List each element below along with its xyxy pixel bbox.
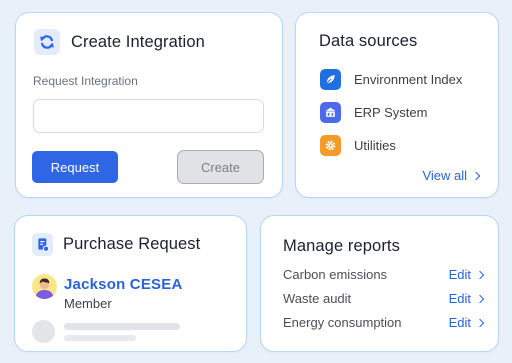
sync-icon bbox=[34, 29, 60, 55]
purchase-request-header: Purchase Request bbox=[32, 233, 200, 256]
person-role: Member bbox=[64, 296, 112, 311]
view-all-link[interactable]: View all bbox=[422, 168, 481, 183]
report-label: Energy consumption bbox=[283, 315, 402, 330]
request-button[interactable]: Request bbox=[32, 151, 118, 183]
source-label: ERP System bbox=[354, 105, 428, 120]
document-icon bbox=[32, 233, 53, 256]
placeholder-line bbox=[64, 323, 180, 330]
report-row-energy-consumption: Energy consumption Edit bbox=[283, 315, 485, 330]
person-name-link[interactable]: Jackson CESEA bbox=[64, 276, 182, 293]
source-item-erp-system[interactable]: ERP System bbox=[320, 102, 427, 123]
edit-link[interactable]: Edit bbox=[448, 315, 485, 330]
create-integration-card: Create Integration Request Integration R… bbox=[15, 12, 283, 198]
data-sources-title: Data sources bbox=[319, 32, 418, 50]
chevron-right-icon bbox=[475, 270, 485, 279]
edit-label: Edit bbox=[448, 291, 471, 306]
gear-icon bbox=[320, 135, 341, 156]
request-integration-label: Request Integration bbox=[33, 74, 138, 88]
create-integration-header: Create Integration bbox=[34, 29, 205, 55]
chevron-right-icon bbox=[471, 171, 481, 180]
placeholder-line bbox=[64, 335, 136, 341]
report-row-waste-audit: Waste audit Edit bbox=[283, 291, 485, 306]
source-item-utilities[interactable]: Utilities bbox=[320, 135, 396, 156]
report-label: Carbon emissions bbox=[283, 267, 388, 282]
source-item-environment-index[interactable]: Environment Index bbox=[320, 69, 462, 90]
placeholder-avatar bbox=[32, 320, 55, 343]
request-integration-input[interactable] bbox=[33, 99, 264, 133]
chevron-right-icon bbox=[475, 294, 485, 303]
manage-reports-title: Manage reports bbox=[283, 237, 400, 255]
building-icon bbox=[320, 102, 341, 123]
source-label: Utilities bbox=[354, 138, 396, 153]
report-row-carbon-emissions: Carbon emissions Edit bbox=[283, 267, 485, 282]
create-button[interactable]: Create bbox=[177, 150, 264, 184]
purchase-request-title: Purchase Request bbox=[63, 235, 201, 253]
report-label: Waste audit bbox=[283, 291, 352, 306]
manage-reports-card: Manage reports Carbon emissions Edit Was… bbox=[260, 215, 499, 352]
chevron-right-icon bbox=[475, 318, 485, 327]
edit-label: Edit bbox=[448, 315, 471, 330]
purchase-request-card: Purchase Request Jackson CESEA Member bbox=[14, 215, 247, 352]
view-all-label: View all bbox=[422, 168, 467, 183]
leaf-icon bbox=[320, 69, 341, 90]
edit-link[interactable]: Edit bbox=[448, 267, 485, 282]
create-integration-title: Create Integration bbox=[71, 32, 205, 51]
data-sources-card: Data sources Environment Index ERP Syste… bbox=[295, 12, 499, 198]
edit-label: Edit bbox=[448, 267, 471, 282]
source-label: Environment Index bbox=[354, 72, 463, 87]
edit-link[interactable]: Edit bbox=[448, 291, 485, 306]
avatar bbox=[32, 274, 57, 299]
